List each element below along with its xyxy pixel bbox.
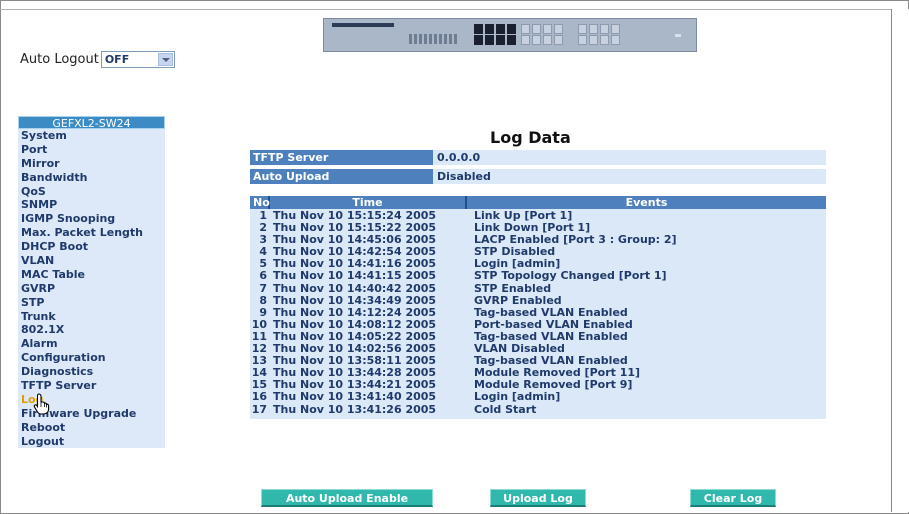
hand-pointer-icon [33,393,50,415]
sidebar-item-gvrp[interactable]: GVRP [18,281,165,296]
sidebar-item-alarm[interactable]: Alarm [18,337,165,352]
port-group-3 [578,24,620,46]
tftp-server-row: TFTP Server 0.0.0.0 [250,150,826,165]
log-table: No Time Events 1 Thu Nov 10 15:15:24 2005… [250,196,826,419]
sidebar-item-stp[interactable]: STP [18,295,165,310]
sidebar-item-tftp-server[interactable]: TFTP Server [18,379,165,393]
frame-divider [0,9,909,10]
sidebar-item-igmp-snooping[interactable]: IGMP Snooping [18,212,165,227]
switch-panel-image [323,18,697,52]
console-ports [409,34,457,44]
auto-upload-row: Auto Upload Disabled [250,169,826,184]
log-table-body: 1 Thu Nov 10 15:15:24 2005 Link Up [Port 1… [250,209,826,419]
log-time-cell: Thu Nov 10 14:34:49 2005 [273,293,437,307]
sidebar-item-configuration[interactable]: Configuration [18,351,165,366]
table-row: 8 Thu Nov 10 14:34:49 2005 GVRP Enabled [250,293,826,307]
sidebar-item-qos[interactable]: QoS [18,184,165,199]
log-event-cell: STP Enabled [474,281,552,295]
log-table-header: No Time Events [250,196,826,209]
log-event-cell: Cold Start [474,402,537,416]
header-time: Time [270,196,467,209]
log-time-cell: Thu Nov 10 14:41:15 2005 [273,269,437,283]
sidebar-item-trunk[interactable]: Trunk [18,309,165,324]
sidebar-title: GEFXL2-SW24 [18,116,165,130]
sidebar-item-bandwidth[interactable]: Bandwidth [18,170,165,185]
log-no-cell: 8 [259,293,267,307]
log-event-cell: Login [admin] [474,390,561,404]
clear-log-button[interactable]: Clear Log [690,489,776,507]
log-no-cell: 7 [259,281,267,295]
sidebar-item-snmp[interactable]: SNMP [18,198,165,213]
log-event-cell: STP Topology Changed [Port 1] [474,269,667,283]
sidebar-item-mac-table[interactable]: MAC Table [18,267,165,282]
status-led [675,34,681,37]
auto-upload-label: Auto Upload [250,169,433,184]
log-no-cell: 16 [251,390,267,404]
port-group-2 [521,24,563,46]
table-row: 17 Thu Nov 10 13:41:26 2005 Cold Start [250,402,826,416]
table-row: 6 Thu Nov 10 14:41:15 2005 STP Topology Ch… [250,270,826,282]
log-event-cell: GVRP Enabled [474,293,562,307]
auto-logout-label: Auto Logout [20,52,99,67]
table-row: 7 Thu Nov 10 14:40:42 2005 STP Enabled [250,281,826,295]
tftp-server-label: TFTP Server [250,150,433,165]
page-title: Log Data [490,128,571,147]
chevron-down-icon[interactable] [157,53,173,66]
log-no-cell: 6 [259,269,267,283]
auto-logout-select[interactable]: OFF [100,51,175,68]
sidebar-item-mirror[interactable]: Mirror [18,156,165,171]
auto-logout: Auto Logout OFF [20,51,175,68]
port-group-active [474,24,516,46]
auto-upload-enable-button[interactable]: Auto Upload Enable [261,489,433,507]
sidebar-item-logout[interactable]: Logout [18,434,165,449]
log-time-cell: Thu Nov 10 13:41:40 2005 [273,390,437,404]
sidebar-item-diagnostics[interactable]: Diagnostics [18,365,165,380]
sidebar-item-vlan[interactable]: VLAN [18,254,165,268]
sidebar-item-system[interactable]: System [18,129,165,143]
header-no: No [250,196,270,209]
sidebar-item-port[interactable]: Port [18,142,165,157]
right-frame-edge [891,9,909,512]
log-no-cell: 17 [251,402,267,416]
auto-logout-value: OFF [104,53,130,66]
sidebar-item-802-1x[interactable]: 802.1X [18,323,165,338]
sidebar-item-reboot[interactable]: Reboot [18,420,165,435]
log-time-cell: Thu Nov 10 13:41:26 2005 [273,402,437,416]
device-label-strip [332,23,394,27]
auto-upload-value: Disabled [437,170,491,183]
tftp-server-value: 0.0.0.0 [437,151,481,164]
sidebar-item-max-packet-length[interactable]: Max. Packet Length [18,226,165,241]
sidebar-item-dhcp-boot[interactable]: DHCP Boot [18,240,165,255]
upload-log-button[interactable]: Upload Log [490,489,586,507]
header-events: Events [467,196,826,209]
log-time-cell: Thu Nov 10 14:40:42 2005 [273,281,437,295]
table-row: 16 Thu Nov 10 13:41:40 2005 Login [admin] [250,391,826,403]
